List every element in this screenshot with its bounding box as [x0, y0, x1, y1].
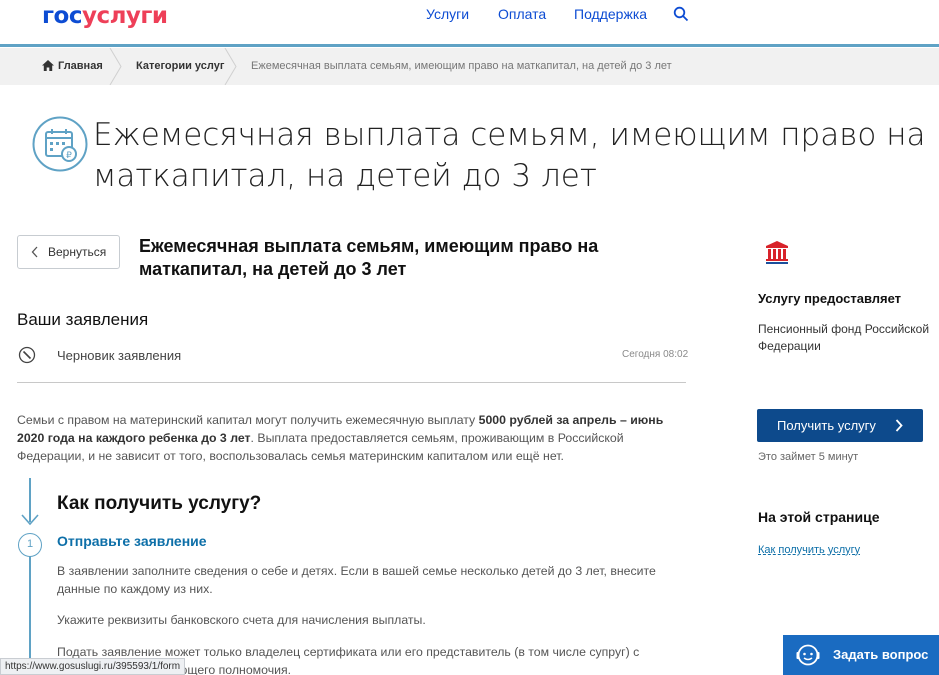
step-connector-line [29, 556, 31, 666]
applications-divider [17, 382, 686, 383]
calendar-ruble-icon: ₽ [32, 116, 88, 172]
provider-label: Услугу предоставляет [758, 291, 902, 306]
chevron-right-icon [895, 419, 903, 432]
intro-paragraph: Семьи с правом на материнский капитал мо… [17, 413, 664, 463]
header-divider [0, 44, 939, 47]
service-title: Ежемесячная выплата семьям, имеющим прав… [139, 236, 599, 279]
step-number: 1 [18, 533, 42, 557]
site-header: госуслуги Услуги Оплата Поддержка [0, 0, 939, 46]
arrow-down-icon [21, 514, 39, 526]
nav-services-link[interactable]: Услуги [426, 6, 469, 22]
step-title: Отправьте заявление [57, 533, 207, 549]
breadcrumb-separator-icon [224, 48, 237, 85]
nav-support-link[interactable]: Поддержка [574, 6, 647, 22]
on-page-link-how-to[interactable]: Как получить услугу [758, 544, 860, 556]
breadcrumb-current: Ежемесячная выплата семьям, имеющим прав… [251, 60, 672, 72]
get-service-button[interactable]: Получить услугу [757, 409, 923, 442]
breadcrumb-home[interactable]: Главная [42, 48, 103, 85]
chat-bot-icon [796, 644, 820, 666]
gosuslugi-logo[interactable]: госуслуги [42, 3, 168, 29]
breadcrumb-separator-icon [109, 48, 122, 85]
draft-icon [18, 346, 36, 364]
duration-note: Это займет 5 минут [758, 451, 859, 463]
ask-question-button[interactable]: Задать вопрос [783, 635, 939, 675]
draft-application-link[interactable]: Черновик заявления [57, 348, 181, 363]
nav-payment-link[interactable]: Оплата [498, 6, 546, 22]
how-to-heading: Как получить услугу? [57, 493, 262, 514]
step-paragraph: В заявлении заполните сведения о себе и … [57, 564, 656, 596]
page-title: Ежемесячная выплата семьям, имеющим прав… [93, 117, 926, 194]
chevron-left-icon [31, 246, 38, 258]
on-page-heading: На этой странице [758, 509, 880, 525]
pension-fund-logo [766, 241, 788, 264]
browser-status-url: https://www.gosuslugi.ru/395593/1/form [0, 658, 186, 675]
back-button[interactable]: Вернуться [17, 235, 120, 269]
svg-text:₽: ₽ [66, 151, 72, 161]
home-icon [42, 60, 54, 71]
breadcrumb-categories[interactable]: Категории услуг [136, 48, 224, 85]
draft-timestamp: Сегодня 08:02 [622, 349, 689, 360]
search-icon[interactable] [673, 6, 689, 22]
step-paragraph: Укажите реквизиты банковского счета для … [57, 613, 426, 627]
applications-heading: Ваши заявления [17, 310, 149, 329]
breadcrumb: Главная Категории услуг Ежемесячная выпл… [0, 48, 939, 85]
provider-name: Пенсионный фонд Российской Федерации [758, 322, 930, 353]
